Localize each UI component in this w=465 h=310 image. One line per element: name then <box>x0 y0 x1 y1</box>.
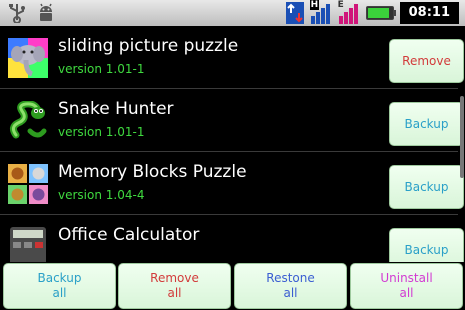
battery-level-fill <box>367 8 390 18</box>
data-transfer-icon <box>285 2 304 24</box>
backup-button[interactable]: Backup <box>389 228 464 264</box>
remove-button[interactable]: Remove <box>389 39 464 83</box>
app-version: version 1.04-4 <box>58 188 145 202</box>
system-icons: H E 08:11 <box>285 0 459 24</box>
button-label-line2: all <box>283 286 298 300</box>
list-item[interactable]: Memory Blocks Puzzle version 1.04-4 Back… <box>0 152 464 215</box>
button-label-line1: Remove <box>150 271 199 285</box>
wifi-signal-icon: E <box>337 0 360 24</box>
backup-button[interactable]: Backup <box>389 165 464 209</box>
button-label-line2: all <box>167 286 182 300</box>
button-label-line1: Restone <box>266 271 315 285</box>
uninstall-all-button[interactable]: Uninstall all <box>350 263 463 309</box>
app-version: version 1.01-1 <box>58 125 145 139</box>
app-name: Snake Hunter <box>58 99 174 119</box>
button-label-line2: all <box>52 286 67 300</box>
status-clock: 08:11 <box>399 2 459 24</box>
android-debug-icon <box>40 3 52 21</box>
app-name: Office Calculator <box>58 225 200 245</box>
list-item[interactable]: Snake Hunter version 1.01-1 Backup <box>0 89 464 152</box>
button-label-line2: all <box>399 286 414 300</box>
usb-icon <box>9 4 25 23</box>
battery-icon <box>365 6 396 20</box>
data-type-label: E <box>337 0 344 10</box>
snake-icon <box>9 101 47 139</box>
calculator-icon <box>10 227 46 264</box>
notification-icons <box>6 3 56 23</box>
list-item[interactable]: Office Calculator Backup <box>0 215 464 264</box>
button-label-line1: Uninstall <box>380 271 433 285</box>
app-list[interactable]: sliding picture puzzle version 1.01-1 Re… <box>0 26 465 264</box>
list-item[interactable]: sliding picture puzzle version 1.01-1 Re… <box>0 26 464 89</box>
remove-all-button[interactable]: Remove all <box>118 263 231 309</box>
restore-all-button[interactable]: Restone all <box>234 263 347 309</box>
elephant-puzzle-icon <box>8 38 48 78</box>
list-scrollbar[interactable] <box>460 96 464 178</box>
signal-type-label: H <box>309 0 320 10</box>
animals-grid-icon <box>8 164 48 204</box>
app-name: Memory Blocks Puzzle <box>58 162 247 182</box>
app-name: sliding picture puzzle <box>58 36 239 56</box>
app-version: version 1.01-1 <box>58 62 145 76</box>
backup-button[interactable]: Backup <box>389 102 464 146</box>
cell-signal-icon: H <box>309 0 332 24</box>
status-bar: H E 08:11 <box>0 0 465 26</box>
backup-all-button[interactable]: Backup all <box>3 263 116 309</box>
button-label-line1: Backup <box>37 271 82 285</box>
bottom-action-bar: Backup all Remove all Restone all Uninst… <box>0 262 465 310</box>
